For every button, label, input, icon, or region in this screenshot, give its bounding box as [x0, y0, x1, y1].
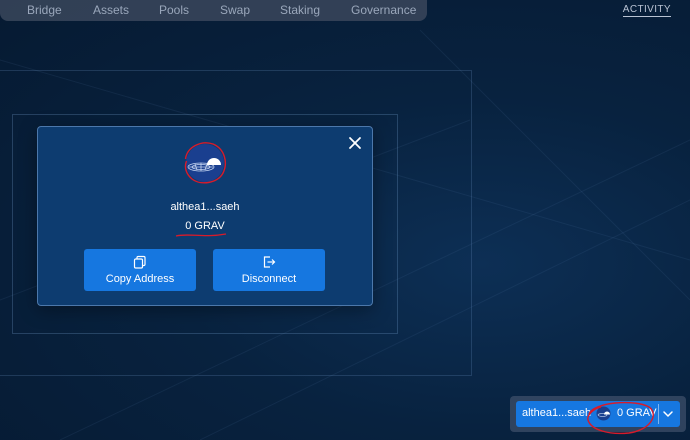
nav-item-swap[interactable]: Swap — [220, 3, 250, 17]
wallet-balance: 0 GRAV — [617, 407, 657, 419]
disconnect-button[interactable]: Disconnect — [213, 249, 325, 291]
nav-item-pools[interactable]: Pools — [159, 3, 189, 17]
grav-token-avatar-icon — [184, 142, 226, 184]
account-modal: althea1...saeh 0 GRAV Copy Address Disco… — [37, 126, 373, 306]
wallet-container: althea1...saeh 0 GRAV — [510, 396, 686, 432]
nav-item-staking[interactable]: Staking — [280, 3, 320, 17]
annotation-underline — [175, 233, 227, 237]
chevron-down-icon[interactable] — [662, 408, 674, 420]
wallet-divider — [658, 404, 659, 424]
wallet-address: althea1...saeh — [522, 407, 592, 419]
close-icon[interactable] — [347, 135, 363, 151]
copy-icon — [133, 255, 146, 269]
copy-address-button[interactable]: Copy Address — [84, 249, 196, 291]
nav-item-assets[interactable]: Assets — [93, 3, 129, 17]
nav-item-bridge[interactable]: Bridge — [27, 3, 62, 17]
account-address: althea1...saeh — [170, 201, 240, 213]
copy-address-label: Copy Address — [105, 273, 175, 285]
disconnect-label: Disconnect — [241, 273, 297, 285]
nav-item-governance[interactable]: Governance — [351, 3, 416, 17]
activity-link[interactable]: ACTIVITY — [622, 4, 671, 17]
logout-icon — [263, 256, 276, 268]
wallet-button[interactable]: althea1...saeh 0 GRAV — [516, 401, 680, 427]
grav-token-icon — [596, 406, 611, 421]
top-nav: Bridge Assets Pools Swap Staking Governa… — [0, 0, 427, 21]
